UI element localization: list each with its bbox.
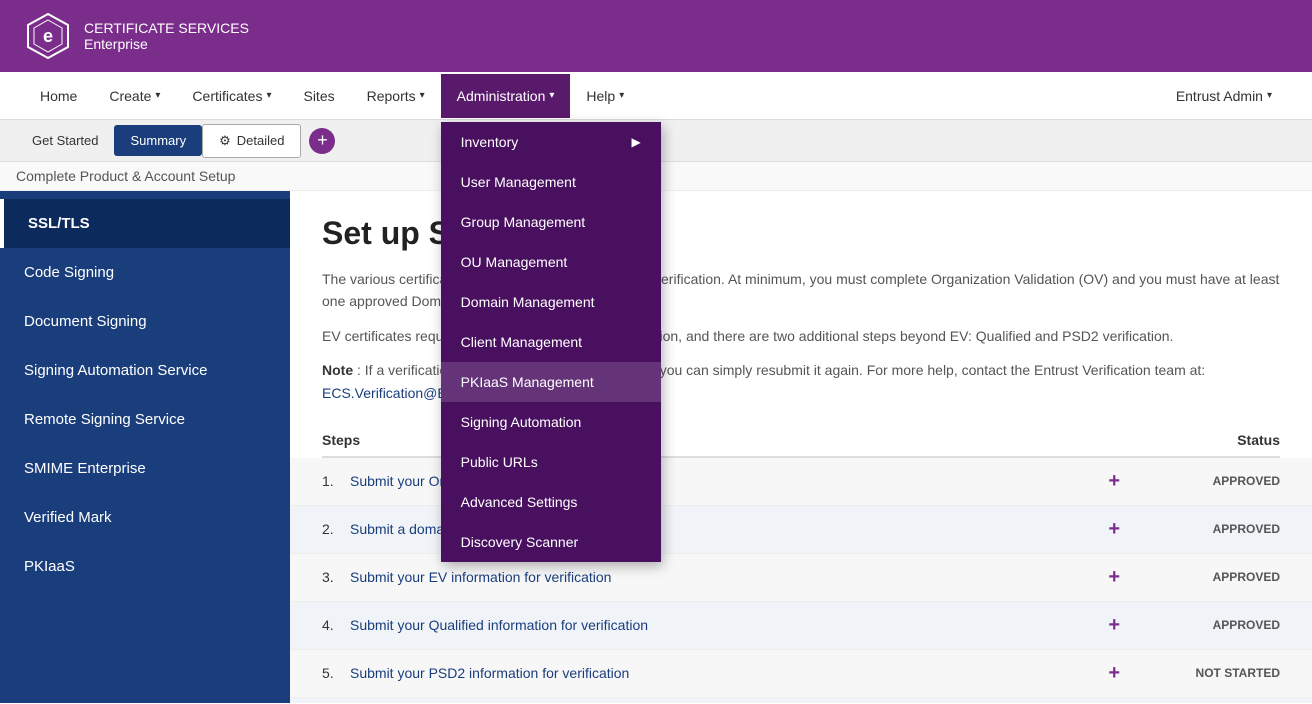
tab-add-button[interactable]: + bbox=[309, 128, 335, 154]
gear-icon: ⚙ bbox=[219, 133, 231, 149]
certs-arrow: ▾ bbox=[266, 90, 271, 101]
step-left-3: 3. Submit your EV information for verifi… bbox=[322, 569, 1068, 585]
step-left-1: 1. Submit your Organization for verifica… bbox=[322, 473, 1068, 489]
dropdown-group-management[interactable]: Group Management bbox=[441, 202, 661, 242]
dropdown-advanced-settings[interactable]: Advanced Settings bbox=[441, 482, 661, 522]
step-expand-5[interactable]: + bbox=[1108, 662, 1120, 685]
svg-text:e: e bbox=[43, 26, 53, 46]
nav-home[interactable]: Home bbox=[24, 72, 93, 119]
create-arrow: ▾ bbox=[155, 90, 160, 101]
step-status-4: APPROVED bbox=[1160, 618, 1280, 632]
sidebar-item-document-signing[interactable]: Document Signing bbox=[0, 297, 290, 346]
step-status-5: NOT STARTED bbox=[1160, 666, 1280, 680]
dropdown-public-urls[interactable]: Public URLs bbox=[441, 442, 661, 482]
nav-sites[interactable]: Sites bbox=[287, 72, 350, 119]
sidebar-item-smime[interactable]: SMIME Enterprise bbox=[0, 444, 290, 493]
nav-certificates[interactable]: Certificates ▾ bbox=[176, 72, 287, 119]
nav-right: Entrust Admin ▾ bbox=[1160, 74, 1288, 118]
reports-arrow: ▾ bbox=[420, 90, 425, 101]
nav-entrust-admin[interactable]: Entrust Admin ▾ bbox=[1160, 74, 1288, 118]
dropdown-discovery-scanner[interactable]: Discovery Scanner bbox=[441, 522, 661, 562]
tab-summary[interactable]: Summary bbox=[114, 125, 202, 156]
step-expand-1[interactable]: + bbox=[1108, 470, 1120, 493]
entrust-admin-arrow: ▾ bbox=[1267, 90, 1272, 101]
sidebar-item-ssl-tls[interactable]: SSL/TLS bbox=[0, 199, 290, 248]
sidebar-item-pkiaas[interactable]: PKIaaS bbox=[0, 542, 290, 591]
nav-reports[interactable]: Reports ▾ bbox=[351, 72, 441, 119]
nav-bar: Home Create ▾ Certificates ▾ Sites Repor… bbox=[0, 72, 1312, 120]
step-num-5: 5. bbox=[322, 665, 342, 681]
status-column-header: Status bbox=[1237, 432, 1280, 448]
step-left-4: 4. Submit your Qualified information for… bbox=[322, 617, 1068, 633]
step-num-3: 3. bbox=[322, 569, 342, 585]
nav-administration[interactable]: Administration ▾ bbox=[441, 74, 571, 118]
step-expand-4[interactable]: + bbox=[1108, 614, 1120, 637]
step-num-2: 2. bbox=[322, 521, 342, 537]
nav-help[interactable]: Help ▾ bbox=[570, 72, 640, 119]
step-expand-3[interactable]: + bbox=[1108, 566, 1120, 589]
admin-nav-wrapper: Administration ▾ Inventory ▶ User Manage… bbox=[441, 74, 571, 118]
steps-column-header: Steps bbox=[322, 432, 360, 448]
inventory-arrow: ▶ bbox=[631, 135, 640, 149]
dropdown-ou-management[interactable]: OU Management bbox=[441, 242, 661, 282]
entrust-logo: e bbox=[24, 12, 72, 60]
sidebar-item-remote-signing[interactable]: Remote Signing Service bbox=[0, 395, 290, 444]
step-num-1: 1. bbox=[322, 473, 342, 489]
step-expand-2[interactable]: + bbox=[1108, 518, 1120, 541]
admin-dropdown: Inventory ▶ User Management Group Manage… bbox=[441, 122, 661, 562]
step-link-3[interactable]: Submit your EV information for verificat… bbox=[350, 569, 611, 585]
cert-services-label: CERTIFICATE SERVICES bbox=[84, 20, 249, 36]
step-row-5: 5. Submit your PSD2 information for veri… bbox=[290, 650, 1312, 698]
admin-arrow: ▾ bbox=[549, 90, 554, 101]
sidebar-item-code-signing[interactable]: Code Signing bbox=[0, 248, 290, 297]
nav-create[interactable]: Create ▾ bbox=[93, 72, 176, 119]
step-row-4: 4. Submit your Qualified information for… bbox=[290, 602, 1312, 650]
sidebar-item-verified-mark[interactable]: Verified Mark bbox=[0, 493, 290, 542]
dropdown-inventory[interactable]: Inventory ▶ bbox=[441, 122, 661, 162]
step-left-5: 5. Submit your PSD2 information for veri… bbox=[322, 665, 1068, 681]
help-arrow: ▾ bbox=[619, 90, 624, 101]
dropdown-user-management[interactable]: User Management bbox=[441, 162, 661, 202]
dropdown-client-management[interactable]: Client Management bbox=[441, 322, 661, 362]
step-num-4: 4. bbox=[322, 617, 342, 633]
step-link-4[interactable]: Submit your Qualified information for ve… bbox=[350, 617, 648, 633]
sidebar: SSL/TLS Code Signing Document Signing Si… bbox=[0, 191, 290, 703]
sidebar-item-signing-automation[interactable]: Signing Automation Service bbox=[0, 346, 290, 395]
tab-get-started[interactable]: Get Started bbox=[16, 125, 114, 156]
dropdown-pkiaas-management[interactable]: PKIaaS Management bbox=[441, 362, 661, 402]
product-name: Enterprise bbox=[84, 36, 249, 52]
step-status-3: APPROVED bbox=[1160, 570, 1280, 584]
step-row-6: 6. Create your Certificate + bbox=[290, 698, 1312, 703]
step-status-1: APPROVED bbox=[1160, 474, 1280, 488]
step-link-5[interactable]: Submit your PSD2 information for verific… bbox=[350, 665, 629, 681]
dropdown-domain-management[interactable]: Domain Management bbox=[441, 282, 661, 322]
dropdown-signing-automation[interactable]: Signing Automation bbox=[441, 402, 661, 442]
header: e CERTIFICATE SERVICES Enterprise bbox=[0, 0, 1312, 72]
logo-area: e CERTIFICATE SERVICES Enterprise bbox=[24, 12, 249, 60]
brand-info: CERTIFICATE SERVICES Enterprise bbox=[84, 20, 249, 52]
step-status-2: APPROVED bbox=[1160, 522, 1280, 536]
step-left-2: 2. Submit a domain for verification bbox=[322, 521, 1068, 537]
tab-detailed[interactable]: ⚙ Detailed bbox=[202, 124, 301, 158]
